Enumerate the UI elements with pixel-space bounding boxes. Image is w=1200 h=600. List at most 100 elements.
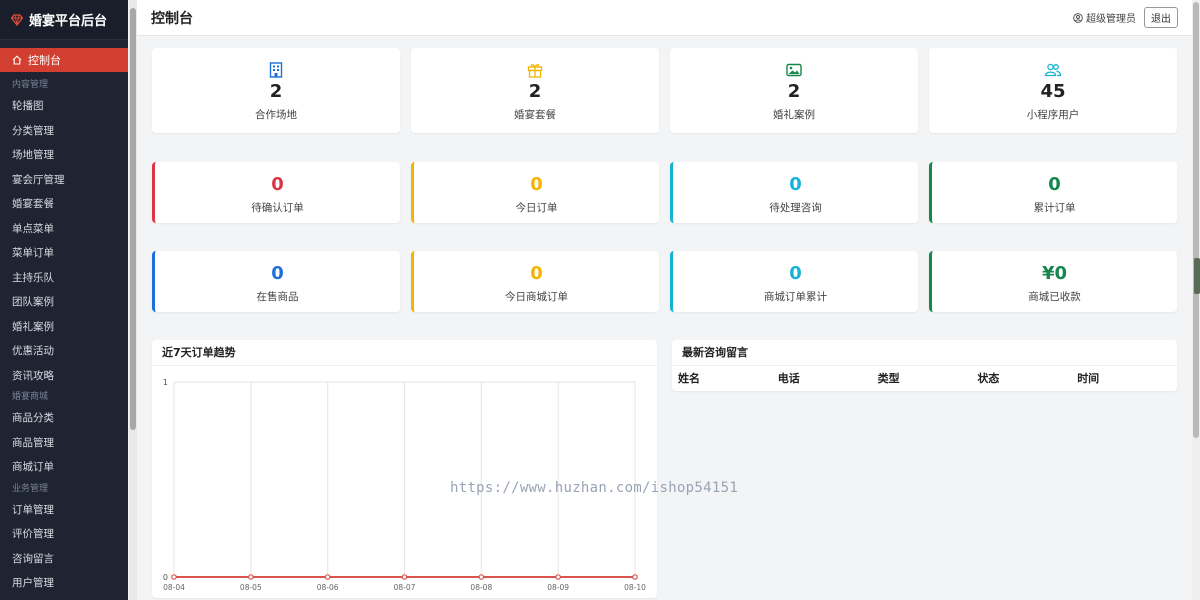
stat-label: 今日商城订单 [505, 291, 568, 303]
stat-label: 婚礼案例 [773, 109, 815, 121]
sidebar-item-dashboard[interactable]: 控制台 [0, 48, 128, 72]
sidebar-item-business-3[interactable]: 用户管理 [0, 571, 128, 596]
stat-label: 待处理咨询 [769, 202, 822, 214]
column-header: 类型 [877, 372, 900, 385]
stat-value: 2 [528, 81, 542, 102]
consult-panel: 最新咨询留言 姓名 电话 类型 状态 时间 [672, 340, 1177, 391]
stat-value: 0 [1048, 174, 1061, 195]
stat-value: 2 [269, 81, 283, 102]
x-tick-label: 08-09 [547, 583, 569, 592]
stat-label: 小程序用户 [1026, 109, 1080, 121]
main-scrollbar-thumb[interactable] [1193, 2, 1199, 438]
column-header: 电话 [777, 372, 800, 385]
stat-card-today-orders[interactable]: 0 今日订单 [411, 162, 659, 223]
home-icon [12, 55, 22, 65]
table-header: 姓名 电话 类型 状态 时间 [672, 366, 1177, 390]
current-user[interactable]: 超级管理员 [1073, 10, 1136, 25]
stat-card-cases[interactable]: 2 婚礼案例 [670, 48, 918, 133]
stat-value: ¥0 [1041, 263, 1068, 284]
stat-card-users[interactable]: 45 小程序用户 [929, 48, 1177, 133]
trend-panel: 近7天订单趋势 0108-0408-0408-0508-0508-0608-06… [152, 340, 657, 598]
sidebar-item-content-8[interactable]: 团队案例 [0, 290, 128, 315]
stat-card-venues[interactable]: 2 合作场地 [152, 48, 400, 133]
diamond-icon [11, 13, 23, 26]
sidebar-item-content-3[interactable]: 宴会厅管理 [0, 168, 128, 193]
x-tick-label: 08-04 [163, 583, 185, 592]
sidebar-item-content-4[interactable]: 婚宴套餐 [0, 192, 128, 217]
sidebar-item-content-9[interactable]: 婚礼案例 [0, 315, 128, 340]
stat-label: 合作场地 [255, 109, 297, 121]
sidebar-item-mall-1[interactable]: 商品管理 [0, 431, 128, 456]
panel-title: 近7天订单趋势 [152, 340, 657, 366]
sidebar-item-content-10[interactable]: 优惠活动 [0, 339, 128, 364]
x-tick-label: 08-08 [470, 583, 492, 592]
logout-button[interactable]: 退出 [1144, 7, 1178, 28]
panel-title: 最新咨询留言 [672, 340, 1177, 366]
stat-label: 累计订单 [1033, 202, 1076, 214]
sidebar-item-content-6[interactable]: 菜单订单 [0, 241, 128, 266]
stat-label: 在售商品 [256, 291, 299, 303]
x-tick-label: 08-07 [394, 583, 416, 592]
stat-value: 0 [789, 263, 802, 284]
sidebar-item-content-5[interactable]: 单点菜单 [0, 217, 128, 242]
sidebar-item-content-1[interactable]: 分类管理 [0, 119, 128, 144]
stat-value: 0 [271, 263, 284, 284]
stat-label: 商城已收款 [1028, 291, 1081, 303]
stat-card-packages[interactable]: 2 婚宴套餐 [411, 48, 659, 133]
page-title: 控制台 [151, 10, 193, 27]
column-header: 时间 [1077, 372, 1100, 385]
stat-value: 45 [1040, 81, 1066, 102]
x-tick-label: 08-05 [240, 583, 262, 592]
user-circle-icon [1073, 12, 1083, 23]
stat-label: 待确认订单 [251, 202, 304, 214]
stat-card-pending-orders[interactable]: 0 待确认订单 [152, 162, 400, 223]
sidebar-group-content: 内容管理 [12, 80, 49, 90]
stat-value: 0 [530, 263, 543, 284]
sidebar-item-business-1[interactable]: 评价管理 [0, 522, 128, 547]
stat-value: 0 [271, 174, 284, 195]
sidebar-item-mall-2[interactable]: 商城订单 [0, 455, 128, 480]
stat-card-total-orders[interactable]: 0 累计订单 [929, 162, 1177, 223]
brand[interactable]: 婚宴平台后台 [0, 0, 128, 40]
users-icon [1044, 63, 1062, 77]
data-point [171, 574, 177, 580]
sidebar-item-content-0[interactable]: 轮播图 [0, 94, 128, 119]
building-icon [269, 62, 283, 78]
stat-value: 2 [787, 81, 801, 102]
data-point [632, 574, 638, 580]
sidebar-item-content-2[interactable]: 场地管理 [0, 143, 128, 168]
data-point [248, 574, 254, 580]
x-tick-label: 08-06 [317, 583, 339, 592]
stat-card-products-on-sale[interactable]: 0 在售商品 [152, 251, 400, 312]
stat-value: 0 [530, 174, 543, 195]
sidebar: 婚宴平台后台 控制台 内容管理 轮播图 分类管理 场地管理 宴会厅管理 婚宴套餐 单点菜单… [0, 0, 128, 600]
sidebar-item-business-0[interactable]: 订单管理 [0, 498, 128, 523]
sidebar-item-business-2[interactable]: 咨询留言 [0, 547, 128, 572]
sidebar-group-business: 业务管理 [12, 483, 49, 494]
sidebar-item-label: 控制台 [28, 54, 61, 67]
user-name: 超级管理员 [1086, 14, 1136, 25]
data-point [401, 574, 408, 580]
sidebar-item-content-7[interactable]: 主持乐队 [0, 266, 128, 291]
sidebar-item-mall-0[interactable]: 商品分类 [0, 406, 128, 431]
column-header: 姓名 [678, 372, 700, 385]
sidebar-scrollbar-thumb[interactable] [130, 8, 136, 430]
stat-label: 商城订单累计 [764, 291, 827, 303]
stat-card-mall-orders-total[interactable]: 0 商城订单累计 [670, 251, 918, 312]
data-point [324, 574, 331, 580]
side-float-widget[interactable] [1194, 258, 1200, 294]
y-tick-label: 0 [163, 573, 168, 582]
stat-card-today-mall-orders[interactable]: 0 今日商城订单 [411, 251, 659, 312]
sidebar-group-mall: 婚宴商城 [12, 392, 49, 402]
stat-card-pending-consults[interactable]: 0 待处理咨询 [670, 162, 918, 223]
stat-card-mall-revenue[interactable]: ¥0 商城已收款 [929, 251, 1177, 312]
stat-label: 婚宴套餐 [514, 109, 556, 121]
brand-title: 婚宴平台后台 [29, 14, 108, 29]
top-header: 控制台 超级管理员 退出 [137, 0, 1192, 36]
sidebar-item-content-11[interactable]: 资讯攻略 [0, 364, 128, 389]
x-tick-label: 08-10 [624, 583, 646, 592]
image-icon [786, 63, 802, 77]
y-tick-label: 1 [163, 378, 168, 387]
column-header: 状态 [977, 372, 1000, 385]
data-point [555, 574, 561, 580]
